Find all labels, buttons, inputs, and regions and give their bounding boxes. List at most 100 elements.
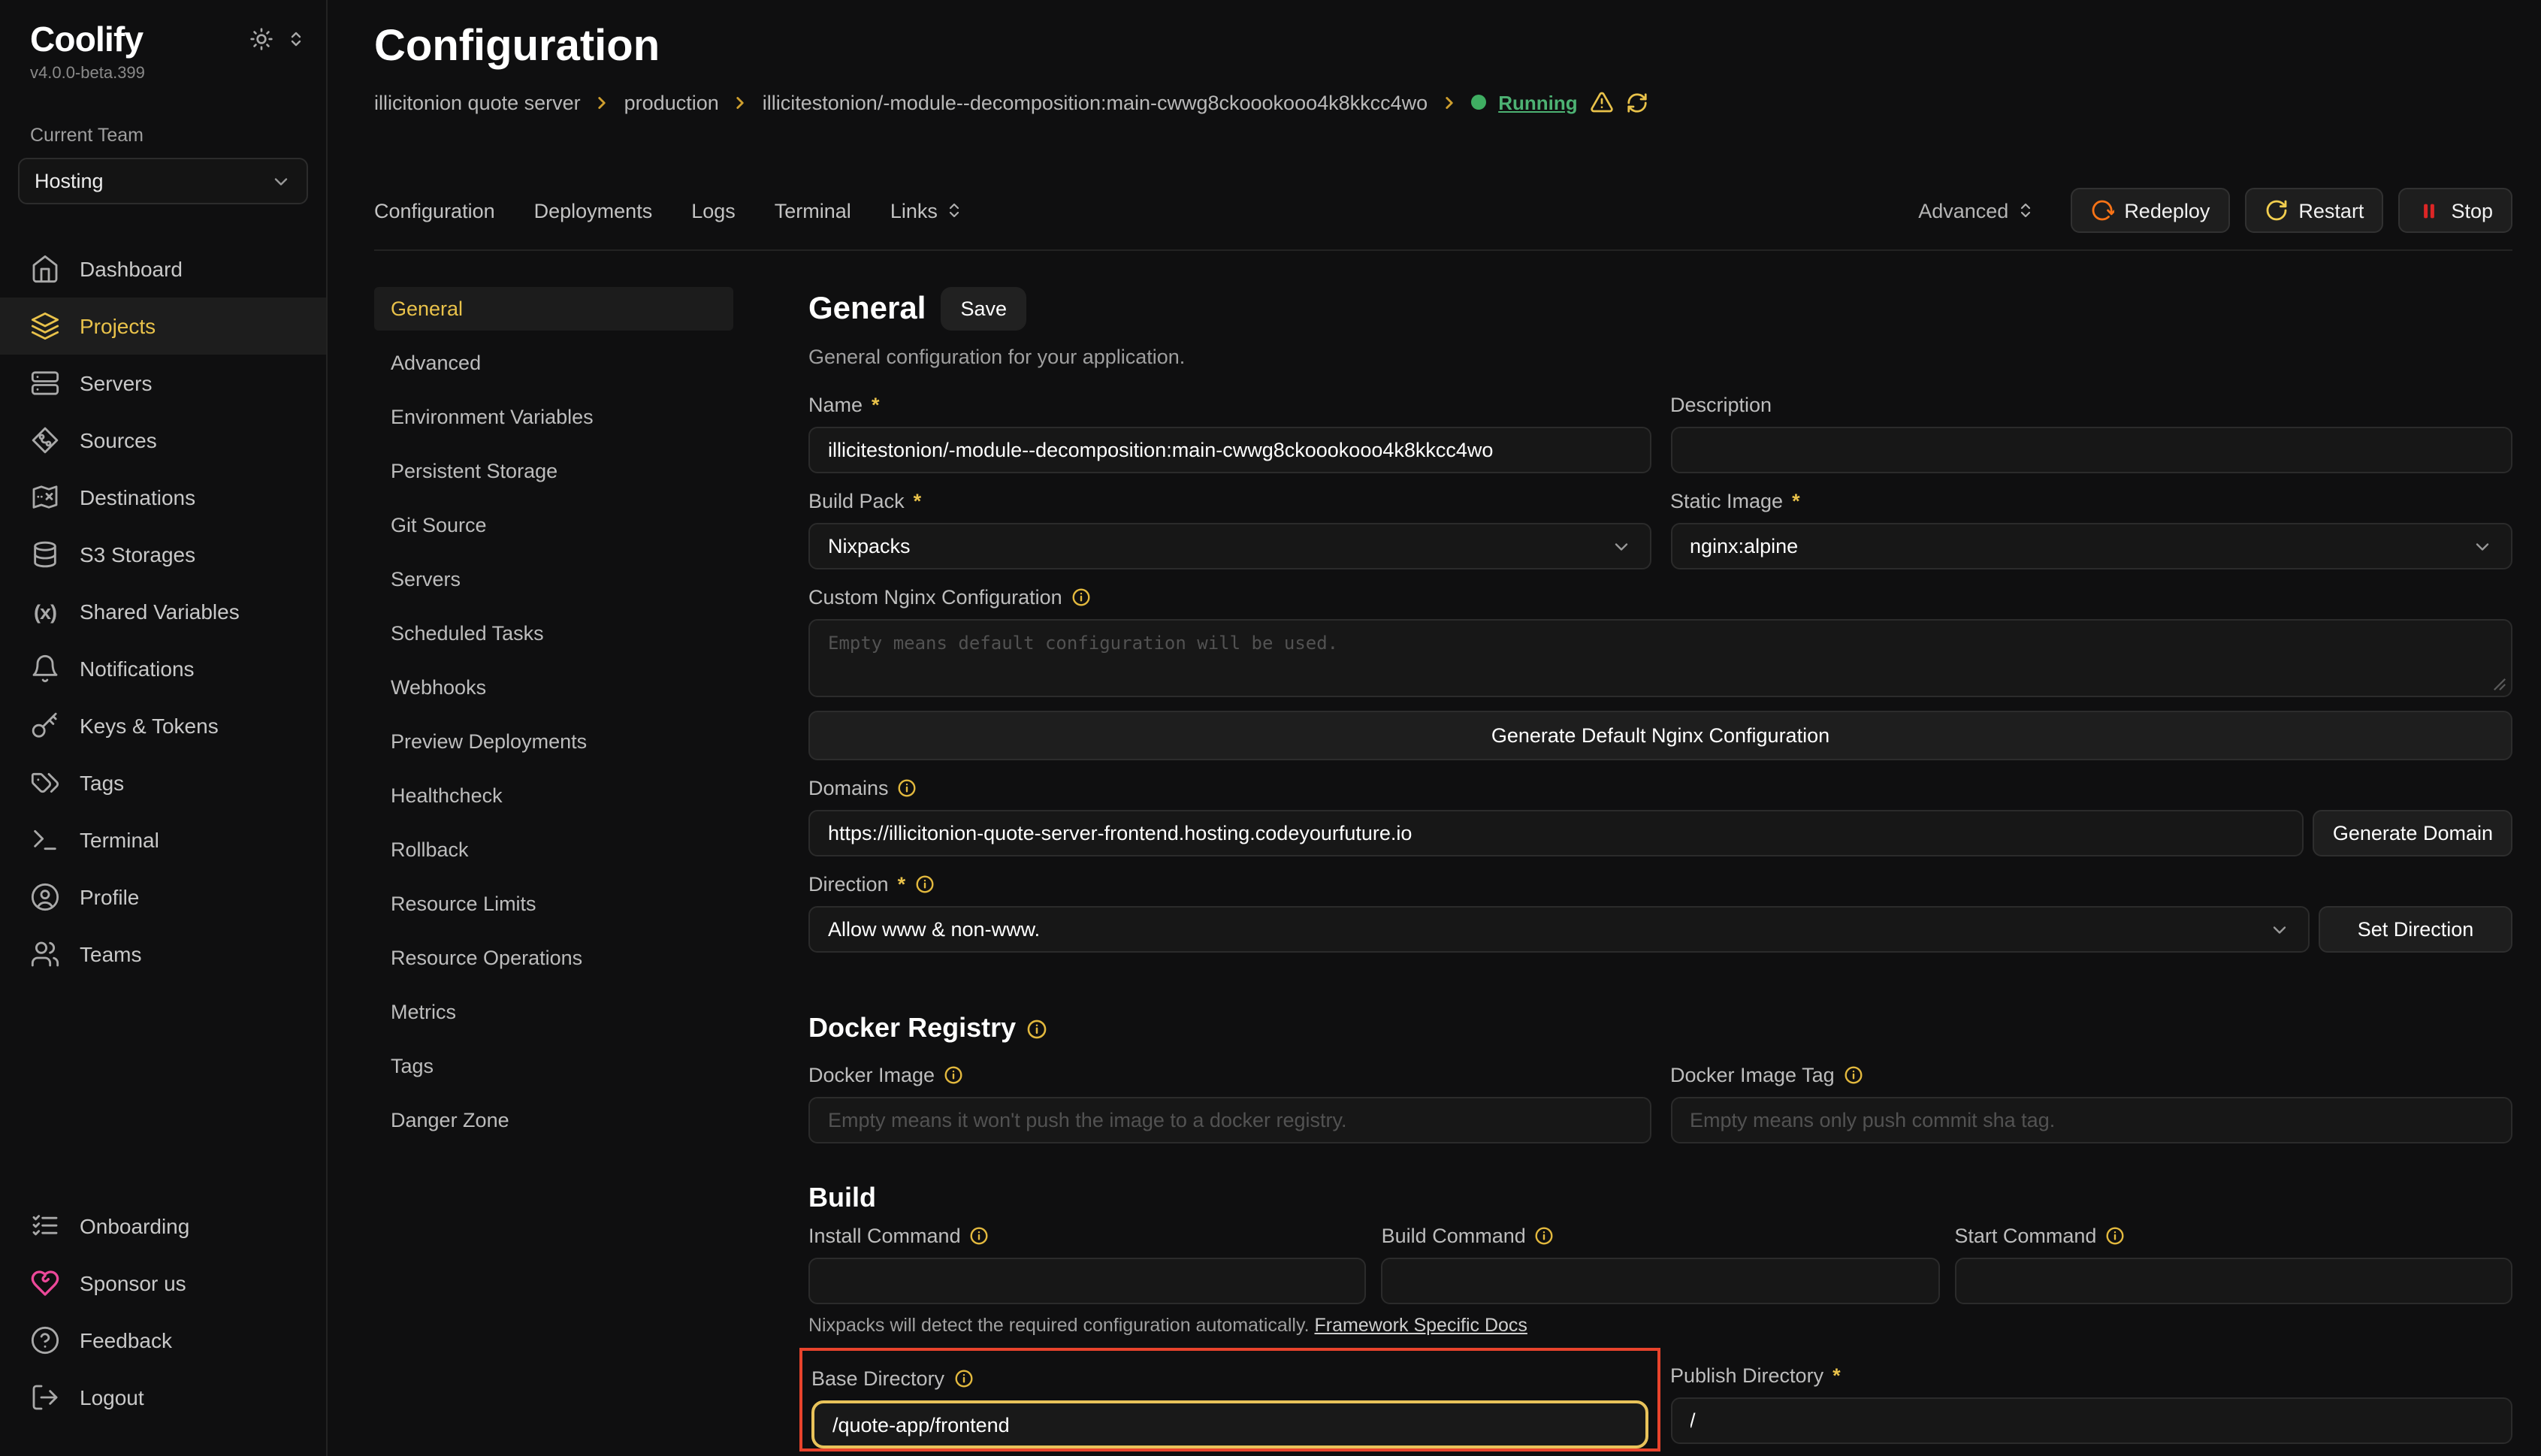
list-checks-icon	[30, 1211, 60, 1241]
info-icon[interactable]	[1535, 1225, 1555, 1245]
sidebar-item-servers[interactable]: Servers	[0, 355, 326, 412]
sidebar-item-terminal[interactable]: Terminal	[0, 811, 326, 868]
breadcrumb-environment[interactable]: production	[624, 91, 719, 113]
sidebar-item-dashboard[interactable]: Dashboard	[0, 240, 326, 298]
tabbar: Configuration Deployments Logs Terminal …	[374, 188, 2512, 233]
install-command-label: Install Command	[808, 1224, 961, 1246]
generate-domain-button[interactable]: Generate Domain	[2313, 810, 2512, 856]
set-direction-button[interactable]: Set Direction	[2319, 906, 2512, 953]
nixpacks-note-text: Nixpacks will detect the required config…	[808, 1315, 1310, 1336]
subnav-scheduled-tasks[interactable]: Scheduled Tasks	[374, 612, 733, 655]
sidebar-item-destinations[interactable]: Destinations	[0, 469, 326, 526]
subnav-advanced[interactable]: Advanced	[374, 341, 733, 385]
sidebar-item-notifications[interactable]: Notifications	[0, 640, 326, 697]
info-icon[interactable]	[1071, 587, 1091, 606]
static-image-select[interactable]: nginx:alpine	[1670, 523, 2512, 569]
generate-nginx-config-button[interactable]: Generate Default Nginx Configuration	[808, 711, 2512, 760]
tab-terminal[interactable]: Terminal	[775, 199, 851, 222]
sidebar-item-projects[interactable]: Projects	[0, 298, 326, 355]
sidebar-collapse-chevrons-icon[interactable]	[287, 30, 305, 48]
sidebar-item-sponsor-us[interactable]: Sponsor us	[0, 1255, 326, 1312]
install-command-input[interactable]	[808, 1258, 1367, 1304]
sidebar-item-shared-variables[interactable]: (x) Shared Variables	[0, 583, 326, 640]
direction-select[interactable]: Allow www & non-www.	[808, 906, 2310, 953]
subnav-preview-deployments[interactable]: Preview Deployments	[374, 720, 733, 763]
sidebar-item-feedback[interactable]: Feedback	[0, 1312, 326, 1369]
info-icon[interactable]	[898, 778, 917, 797]
resize-handle[interactable]	[2493, 678, 2506, 691]
sidebar-item-logout[interactable]: Logout	[0, 1369, 326, 1426]
stop-button[interactable]: Stop	[2398, 188, 2512, 233]
description-field: Description	[1670, 392, 2512, 473]
tab-configuration[interactable]: Configuration	[374, 199, 495, 222]
docker-image-input[interactable]	[808, 1097, 1651, 1143]
sidebar-item-profile[interactable]: Profile	[0, 868, 326, 926]
build-command-input[interactable]	[1382, 1258, 1940, 1304]
sidebar-item-label: Projects	[80, 314, 156, 338]
tab-links-label: Links	[890, 199, 938, 222]
publish-directory-input[interactable]	[1670, 1397, 2512, 1444]
sidebar-item-tags[interactable]: Tags	[0, 754, 326, 811]
info-icon[interactable]	[970, 1225, 990, 1245]
build-pack-label: Build Pack	[808, 489, 905, 512]
build-pack-select[interactable]: Nixpacks	[808, 523, 1651, 569]
chevrons-up-down-icon	[2016, 201, 2034, 219]
save-button[interactable]: Save	[941, 287, 1026, 331]
theme-sun-icon[interactable]	[249, 27, 273, 51]
sidebar-item-sources[interactable]: Sources	[0, 412, 326, 469]
sidebar-footer-nav: Onboarding Sponsor us Feedback Logout	[0, 1198, 326, 1456]
subnav-servers[interactable]: Servers	[374, 557, 733, 601]
tab-links[interactable]: Links	[890, 199, 963, 222]
log-out-icon	[30, 1382, 60, 1412]
redeploy-button[interactable]: Redeploy	[2070, 188, 2229, 233]
docker-image-field: Docker Image	[808, 1062, 1651, 1143]
advanced-dropdown[interactable]: Advanced	[1918, 199, 2034, 222]
subnav-persistent-storage[interactable]: Persistent Storage	[374, 449, 733, 493]
description-input[interactable]	[1670, 427, 2512, 473]
subnav-environment-variables[interactable]: Environment Variables	[374, 395, 733, 439]
tags-icon	[30, 768, 60, 798]
tab-deployments[interactable]: Deployments	[534, 199, 653, 222]
info-icon[interactable]	[1844, 1065, 1863, 1084]
info-icon[interactable]	[1026, 1018, 1047, 1039]
sidebar-item-keys-tokens[interactable]: Keys & Tokens	[0, 697, 326, 754]
status-running-link[interactable]: Running	[1498, 91, 1577, 113]
sidebar-item-teams[interactable]: Teams	[0, 926, 326, 983]
subnav-resource-limits[interactable]: Resource Limits	[374, 882, 733, 926]
team-select[interactable]: Hosting	[18, 158, 308, 204]
subnav-danger-zone[interactable]: Danger Zone	[374, 1098, 733, 1142]
base-directory-input[interactable]	[811, 1400, 1648, 1448]
subnav-general[interactable]: General	[374, 287, 733, 331]
subnav-healthcheck[interactable]: Healthcheck	[374, 774, 733, 817]
subnav-rollback[interactable]: Rollback	[374, 828, 733, 871]
start-command-input[interactable]	[1954, 1258, 2512, 1304]
restart-button[interactable]: Restart	[2244, 188, 2383, 233]
refresh-status-icon[interactable]	[1626, 91, 1648, 113]
base-directory-label: Base Directory	[811, 1367, 944, 1389]
sidebar-item-onboarding[interactable]: Onboarding	[0, 1198, 326, 1255]
sidebar-item-label: Onboarding	[80, 1214, 189, 1238]
info-icon[interactable]	[2105, 1225, 2125, 1245]
tab-logs[interactable]: Logs	[691, 199, 736, 222]
sidebar-item-s3-storages[interactable]: S3 Storages	[0, 526, 326, 583]
build-heading: Build	[808, 1183, 876, 1214]
app-version: v4.0.0-beta.399	[30, 65, 305, 83]
domains-input[interactable]	[808, 810, 2304, 856]
info-icon[interactable]	[953, 1368, 973, 1388]
name-input[interactable]	[808, 427, 1651, 473]
breadcrumb-project[interactable]: illicitonion quote server	[374, 91, 581, 113]
breadcrumb-application[interactable]: illicitestonion/-module--decomposition:m…	[763, 91, 1428, 113]
chevron-down-icon	[1610, 536, 1631, 557]
subnav-tags[interactable]: Tags	[374, 1044, 733, 1088]
nixpacks-note: Nixpacks will detect the required config…	[808, 1315, 2512, 1336]
subnav-metrics[interactable]: Metrics	[374, 990, 733, 1034]
docker-image-tag-input[interactable]	[1670, 1097, 2512, 1143]
subnav-webhooks[interactable]: Webhooks	[374, 666, 733, 709]
warning-triangle-icon[interactable]	[1590, 90, 1614, 114]
subnav-git-source[interactable]: Git Source	[374, 503, 733, 547]
subnav-resource-operations[interactable]: Resource Operations	[374, 936, 733, 980]
info-icon[interactable]	[914, 874, 934, 893]
framework-docs-link[interactable]: Framework Specific Docs	[1315, 1315, 1527, 1336]
custom-nginx-textarea[interactable]: Empty means default configuration will b…	[808, 619, 2512, 697]
info-icon[interactable]	[944, 1065, 963, 1084]
